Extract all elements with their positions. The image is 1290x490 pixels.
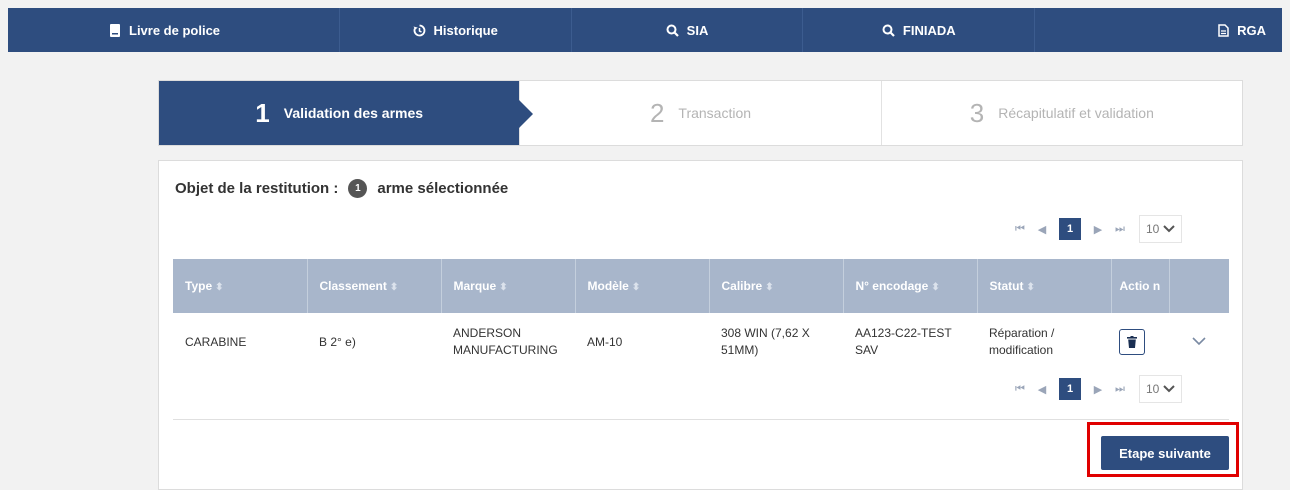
col-marque[interactable]: Marque ⬍ — [441, 259, 576, 313]
step-recapitulatif[interactable]: 3 Récapitulatif et validation — [880, 81, 1242, 145]
weapons-table: Type ⬍ Classement ⬍ Marque ⬍ Modèle ⬍ Calibr… — [173, 259, 1229, 371]
cell-marque: ANDERSON MANUFACTURING — [453, 326, 558, 357]
first-page-icon[interactable]: ⏮ — [1009, 383, 1031, 396]
chevron-down-icon — [1163, 385, 1176, 393]
book-icon — [108, 23, 122, 37]
sort-icon: ⬍ — [931, 282, 940, 293]
cell-calibre: 308 WIN (7,62 X 51MM) — [721, 326, 810, 357]
delete-button[interactable] — [1119, 329, 1145, 355]
chevron-down-icon — [1163, 225, 1176, 233]
col-classement[interactable]: Classement ⬍ — [307, 259, 442, 313]
col-statut[interactable]: Statut ⬍ — [977, 259, 1112, 313]
step-validation-des-armes[interactable]: 1 Validation des armes — [159, 81, 534, 145]
nav-sia[interactable]: SIA — [572, 8, 804, 52]
nav-label: FINIADA — [902, 22, 956, 38]
title-prefix: Objet de la restitution : — [175, 180, 339, 197]
restitution-panel: Objet de la restitution : 1 arme sélecti… — [158, 160, 1243, 490]
page-size-value: 10 — [1146, 222, 1160, 236]
search-icon — [882, 23, 896, 37]
nav-livre-de-police[interactable]: Livre de police — [8, 8, 340, 52]
sort-icon: ⬍ — [1026, 282, 1035, 293]
search-icon — [666, 23, 680, 37]
page-current[interactable]: 1 — [1059, 218, 1081, 240]
cell-modele: AM-10 — [587, 334, 623, 349]
page-size-select[interactable]: 10 — [1139, 375, 1183, 403]
first-page-icon[interactable]: ⏮ — [1009, 223, 1031, 236]
col-expand — [1169, 259, 1229, 313]
cell-expand — [1169, 313, 1229, 371]
step-label: Récapitulatif et validation — [998, 105, 1154, 121]
chevron-down-icon[interactable] — [1192, 333, 1206, 350]
nav-rga[interactable]: RGA — [1035, 8, 1282, 52]
nav-label: Historique — [433, 22, 498, 38]
nav-historique[interactable]: Historique — [340, 8, 572, 52]
col-encodage[interactable]: N° encodage ⬍ — [843, 259, 978, 313]
sort-icon: ⬍ — [631, 282, 641, 293]
document-icon — [1216, 23, 1230, 37]
nav-label: RGA — [1237, 22, 1266, 38]
cell-action — [1111, 313, 1169, 371]
trash-icon — [1127, 336, 1137, 348]
history-icon — [413, 23, 427, 37]
next-page-icon[interactable]: ▶ — [1087, 223, 1109, 236]
last-page-icon[interactable]: ⏭ — [1109, 223, 1131, 236]
next-step-button[interactable]: Etape suivante — [1101, 436, 1229, 470]
title-suffix: arme sélectionnée — [377, 180, 509, 197]
cell-encodage: AA123-C22-TEST SAV — [855, 326, 952, 357]
pagination-top: ⏮ ◀ 1 ▶ ⏭ 10 — [1009, 215, 1183, 243]
step-number: 3 — [969, 97, 985, 128]
step-label: Validation des armes — [283, 105, 424, 121]
count-badge: 1 — [348, 179, 368, 198]
sort-icon: ⬍ — [499, 282, 508, 293]
prev-page-icon[interactable]: ◀ — [1031, 383, 1053, 396]
nav-finiada[interactable]: FINIADA — [803, 8, 1036, 52]
nav-label: Livre de police — [129, 22, 221, 38]
col-modele[interactable]: Modèle ⬍ — [575, 259, 710, 313]
step-label: Transaction — [678, 105, 752, 121]
step-transaction[interactable]: 2 Transaction — [519, 81, 880, 145]
divider — [173, 419, 1229, 420]
table-header-row: Type ⬍ Classement ⬍ Marque ⬍ Modèle ⬍ Calibr… — [173, 259, 1229, 313]
prev-page-icon[interactable]: ◀ — [1031, 223, 1053, 236]
wizard-stepper: 1 Validation des armes 2 Transaction 3 R… — [158, 80, 1243, 146]
page-size-value: 10 — [1146, 382, 1160, 396]
sort-icon: ⬍ — [765, 282, 774, 293]
nav-label: SIA — [686, 22, 709, 38]
last-page-icon[interactable]: ⏭ — [1109, 383, 1131, 396]
panel-title: Objet de la restitution : 1 arme sélecti… — [175, 179, 508, 198]
step-number: 1 — [255, 97, 270, 128]
col-calibre[interactable]: Calibre ⬍ — [709, 259, 844, 313]
page-size-select[interactable]: 10 — [1139, 215, 1183, 243]
cell-classement: B 2° e) — [319, 334, 356, 349]
sort-icon: ⬍ — [389, 282, 399, 293]
next-page-icon[interactable]: ▶ — [1087, 383, 1109, 396]
col-action: Actio n — [1111, 259, 1170, 313]
step-number: 2 — [649, 97, 665, 128]
cell-type: CARABINE — [185, 334, 247, 349]
page-current[interactable]: 1 — [1059, 378, 1081, 400]
col-type[interactable]: Type ⬍ — [173, 259, 308, 313]
top-navigation: Livre de police Historique SIA FINIADA R… — [8, 8, 1282, 52]
cell-statut: Réparation / modification — [989, 326, 1055, 357]
pagination-bottom: ⏮ ◀ 1 ▶ ⏭ 10 — [1009, 375, 1183, 403]
sort-icon: ⬍ — [215, 282, 224, 293]
table-row[interactable]: CARABINE B 2° e) ANDERSON MANUFACTURING … — [173, 313, 1229, 371]
